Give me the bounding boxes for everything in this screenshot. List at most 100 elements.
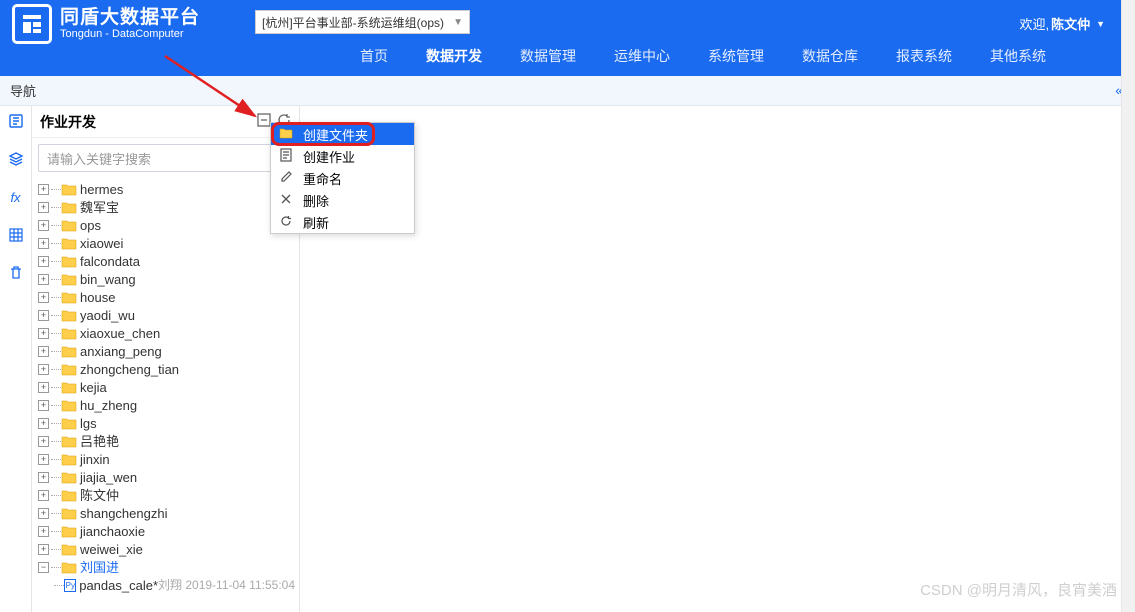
sidebar-title-bar: 作业开发	[32, 106, 299, 138]
sidebar: 作业开发 请输入关键字搜索 +hermes+魏军宝+ops+xiaowei+fa…	[32, 106, 300, 612]
folder-icon	[61, 381, 77, 394]
folder-icon	[61, 399, 77, 412]
nav-data-dev[interactable]: 数据开发	[426, 46, 482, 66]
main-content	[300, 106, 1135, 612]
left-rail: fx	[0, 106, 32, 612]
folder-icon	[61, 201, 77, 214]
rename-icon	[279, 170, 293, 186]
tree-folder[interactable]: +吕艳艳	[38, 432, 295, 450]
tree-folder[interactable]: +yaodi_wu	[38, 306, 295, 324]
folder-icon	[61, 417, 77, 430]
folder-icon	[61, 345, 77, 358]
nav-report[interactable]: 报表系统	[896, 46, 952, 66]
doc-icon	[279, 148, 293, 165]
tree-folder[interactable]: +xiaoxue_chen	[38, 324, 295, 342]
ctx-refresh[interactable]: 刷新	[271, 211, 414, 233]
collapse-icon[interactable]: −	[38, 562, 49, 573]
tree-folder[interactable]: +zhongcheng_tian	[38, 360, 295, 378]
sidebar-title: 作业开发	[40, 112, 96, 132]
tree-folder[interactable]: +kejia	[38, 378, 295, 396]
expand-icon[interactable]: +	[38, 238, 49, 249]
tree-folder[interactable]: +xiaowei	[38, 234, 295, 252]
expand-icon[interactable]: +	[38, 274, 49, 285]
nav-header: 导航 «	[0, 76, 1135, 106]
refresh-icon	[279, 215, 293, 230]
collapse-tree-icon[interactable]	[257, 113, 271, 130]
rail-fx-icon[interactable]: fx	[7, 188, 25, 206]
user-greeting[interactable]: 欢迎, 陈文仲 ▼	[1019, 14, 1105, 33]
folder-icon	[61, 525, 77, 538]
ctx-create-folder[interactable]: 创建文件夹	[271, 123, 414, 145]
username: 陈文仲	[1051, 14, 1090, 33]
tree-folder[interactable]: +anxiang_peng	[38, 342, 295, 360]
tree-folder[interactable]: +house	[38, 288, 295, 306]
rail-layers-icon[interactable]	[7, 150, 25, 168]
nav-sys-mgmt[interactable]: 系统管理	[708, 46, 764, 66]
search-input[interactable]: 请输入关键字搜索	[38, 144, 293, 172]
tree-folder[interactable]: +jiajia_wen	[38, 468, 295, 486]
folder-icon	[61, 435, 77, 448]
expand-icon[interactable]: +	[38, 526, 49, 537]
expand-icon[interactable]: +	[38, 202, 49, 213]
nav-other[interactable]: 其他系统	[990, 46, 1046, 66]
top-bar: 同盾大数据平台 Tongdun - DataComputer [杭州]平台事业部…	[0, 0, 1135, 76]
search-placeholder: 请输入关键字搜索	[47, 149, 151, 168]
folder-icon	[61, 561, 77, 574]
expand-icon[interactable]: +	[38, 508, 49, 519]
expand-icon[interactable]: +	[38, 400, 49, 411]
tree-folder[interactable]: +魏军宝	[38, 198, 295, 216]
tree-folder-expanded[interactable]: −刘国进	[38, 558, 295, 576]
ctx-rename[interactable]: 重命名	[271, 167, 414, 189]
watermark: CSDN @明月清风，良宵美酒	[920, 579, 1117, 600]
rail-grid-icon[interactable]	[7, 226, 25, 244]
tree-folder[interactable]: +陈文仲	[38, 486, 295, 504]
expand-icon[interactable]: +	[38, 328, 49, 339]
nav-data-warehouse[interactable]: 数据仓库	[802, 46, 858, 66]
expand-icon[interactable]: +	[38, 292, 49, 303]
tree-folder[interactable]: +jianchaoxie	[38, 522, 295, 540]
expand-icon[interactable]: +	[38, 472, 49, 483]
expand-icon[interactable]: +	[38, 490, 49, 501]
rail-trash-icon[interactable]	[7, 264, 25, 282]
folder-icon	[61, 507, 77, 520]
tree-folder[interactable]: +hermes	[38, 180, 295, 198]
folder-icon	[61, 219, 77, 232]
tree-folder[interactable]: +jinxin	[38, 450, 295, 468]
expand-icon[interactable]: +	[38, 364, 49, 375]
tree-folder[interactable]: +bin_wang	[38, 270, 295, 288]
tree-folder[interactable]: +hu_zheng	[38, 396, 295, 414]
tree-file[interactable]: Pypandas_cale* 刘翔 2019-11-04 11:55:04	[38, 576, 295, 594]
expand-icon[interactable]: +	[38, 454, 49, 465]
expand-icon[interactable]: +	[38, 436, 49, 447]
nav-home[interactable]: 首页	[360, 46, 388, 66]
nav-data-mgmt[interactable]: 数据管理	[520, 46, 576, 66]
ctx-delete[interactable]: 删除	[271, 189, 414, 211]
org-selector[interactable]: [杭州]平台事业部-系统运维组(ops) ▼	[255, 10, 470, 34]
tree-folder[interactable]: +shangchengzhi	[38, 504, 295, 522]
tree-folder[interactable]: +ops	[38, 216, 295, 234]
nav-ops-center[interactable]: 运维中心	[614, 46, 670, 66]
folder-icon	[61, 543, 77, 556]
expand-icon[interactable]: +	[38, 382, 49, 393]
expand-icon[interactable]: +	[38, 220, 49, 231]
page-scrollbar[interactable]	[1121, 0, 1135, 612]
expand-icon[interactable]: +	[38, 310, 49, 321]
folder-icon	[61, 453, 77, 466]
folder-icon	[279, 127, 293, 142]
tree-folder[interactable]: +weiwei_xie	[38, 540, 295, 558]
folder-icon	[61, 489, 77, 502]
tree-folder[interactable]: +falcondata	[38, 252, 295, 270]
tree-folder[interactable]: +lgs	[38, 414, 295, 432]
expand-icon[interactable]: +	[38, 544, 49, 555]
ctx-create-job[interactable]: 创建作业	[271, 145, 414, 167]
folder-icon	[61, 309, 77, 322]
folder-icon	[61, 291, 77, 304]
rail-doc-icon[interactable]	[7, 112, 25, 130]
expand-icon[interactable]: +	[38, 256, 49, 267]
folder-tree: +hermes+魏军宝+ops+xiaowei+falcondata+bin_w…	[32, 178, 299, 612]
expand-icon[interactable]: +	[38, 184, 49, 195]
folder-icon	[61, 273, 77, 286]
expand-icon[interactable]: +	[38, 418, 49, 429]
expand-icon[interactable]: +	[38, 346, 49, 357]
org-selected-label: [杭州]平台事业部-系统运维组(ops)	[262, 14, 444, 31]
